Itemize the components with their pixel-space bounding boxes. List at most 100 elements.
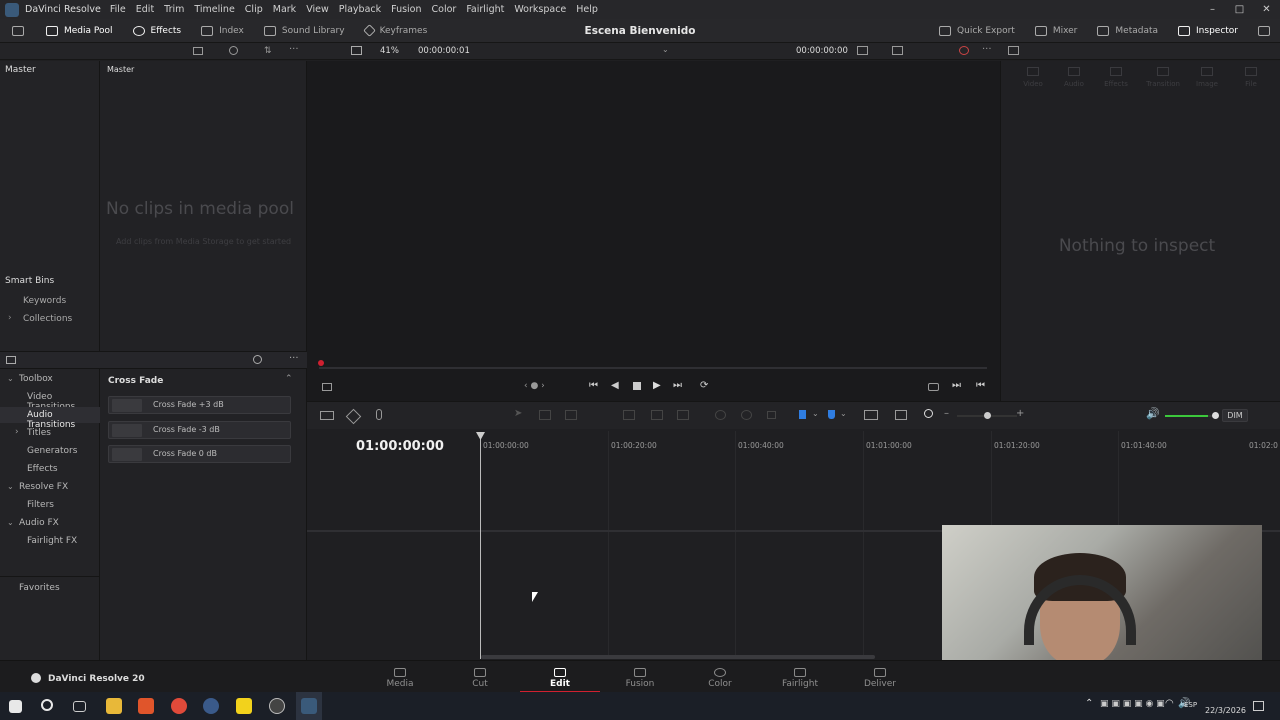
prev-edit-icon[interactable]: ⏮ [976, 380, 985, 391]
chevron-down-icon[interactable]: ⌄ [812, 409, 819, 418]
overwrite-clip-icon[interactable] [651, 410, 663, 420]
tray-icons[interactable]: ▣ ▣ ▣ ▣ ◉ ▣ [1100, 699, 1165, 709]
timeline-options-icon[interactable] [320, 411, 334, 420]
menu-workspace[interactable]: Workspace [509, 4, 571, 15]
page-fusion[interactable]: Fusion [600, 661, 680, 693]
menu-file[interactable]: File [105, 4, 131, 15]
more-options-icon[interactable]: ··· [982, 44, 992, 55]
task-view-icon[interactable] [73, 701, 86, 712]
tree-filters[interactable]: Filters [27, 500, 54, 510]
collapse-icon[interactable] [1248, 19, 1280, 43]
tab-image[interactable]: Image [1189, 67, 1225, 89]
zoom-level[interactable]: 41% [380, 46, 399, 56]
windows-start-icon[interactable] [9, 700, 22, 713]
page-edit[interactable]: Edit [520, 661, 600, 693]
menu-mark[interactable]: Mark [268, 4, 301, 15]
view-options-icon[interactable] [857, 46, 868, 55]
microphone-icon[interactable] [376, 409, 382, 420]
minimize-icon[interactable]: – [1199, 0, 1226, 19]
effect-cross-fade-minus3[interactable]: Cross Fade -3 dB [108, 421, 291, 439]
search-icon[interactable] [41, 699, 53, 711]
zoom-full-icon[interactable] [864, 410, 878, 420]
tab-audio[interactable]: Audio [1056, 67, 1092, 89]
marker-icon[interactable] [828, 410, 835, 419]
tab-effects[interactable]: Effects [1098, 67, 1134, 89]
skip-back-icon[interactable]: ⏮ [589, 380, 598, 391]
zoom-in-icon[interactable]: + [1016, 408, 1024, 419]
tray-chevron-icon[interactable]: ⌃ [1085, 698, 1093, 709]
crop-icon[interactable] [322, 383, 332, 391]
page-cut[interactable]: Cut [440, 661, 520, 693]
media-pool-button[interactable]: Media Pool [36, 19, 123, 43]
source-timecode[interactable]: 00:00:00:01 [418, 46, 470, 56]
menu-fairlight[interactable]: Fairlight [461, 4, 509, 15]
chevron-right-icon[interactable]: › [15, 427, 19, 437]
chevron-right-icon[interactable]: › [8, 313, 12, 323]
search-icon[interactable] [229, 46, 238, 55]
menu-color[interactable]: Color [427, 4, 462, 15]
trim-tool-icon[interactable] [539, 410, 551, 420]
chevron-down-icon[interactable]: ⌄ [662, 45, 669, 54]
chevron-down-icon[interactable]: ⌄ [7, 518, 14, 527]
match-frame-icon[interactable] [928, 383, 939, 391]
menu-timeline[interactable]: Timeline [189, 4, 239, 15]
playhead-options-icon[interactable] [892, 46, 903, 55]
viewer-scrubber[interactable] [319, 367, 987, 369]
chevron-up-icon[interactable]: ⌃ [285, 374, 293, 384]
blade-tool-icon[interactable] [565, 410, 577, 420]
menu-edit[interactable]: Edit [131, 4, 159, 15]
link-icon[interactable] [959, 46, 969, 55]
page-fairlight[interactable]: Fairlight [760, 661, 840, 693]
speaker-icon[interactable]: 🔊 [1146, 407, 1160, 420]
steam-icon[interactable] [203, 698, 219, 714]
page-deliver[interactable]: Deliver [840, 661, 920, 693]
mixer-button[interactable]: Mixer [1025, 19, 1088, 43]
system-date[interactable]: 22/3/2026 [1205, 706, 1246, 715]
chrome-icon[interactable] [171, 698, 187, 714]
more-options-icon[interactable]: ··· [289, 353, 299, 364]
sidebar-toggle-icon[interactable] [6, 356, 16, 364]
dim-button[interactable]: DIM [1222, 409, 1248, 422]
sticky-notes-icon[interactable] [236, 698, 252, 714]
play-icon[interactable]: ▶ [653, 380, 661, 391]
tab-file[interactable]: File [1233, 67, 1269, 89]
lock-icon[interactable] [767, 411, 776, 419]
search-icon[interactable] [253, 355, 262, 364]
smart-bin-keywords[interactable]: Keywords [23, 296, 66, 306]
inspector-button[interactable]: Inspector [1168, 19, 1248, 43]
razor-icon[interactable] [715, 410, 726, 420]
close-icon[interactable]: ✕ [1253, 0, 1280, 19]
tree-favorites[interactable]: Favorites [19, 583, 60, 593]
effects-button[interactable]: Effects [123, 19, 192, 43]
page-color[interactable]: Color [680, 661, 760, 693]
index-button[interactable]: Index [191, 19, 254, 43]
link-clips-icon[interactable] [741, 410, 752, 420]
tree-toolbox[interactable]: Toolbox [19, 374, 53, 384]
tree-audio-fx[interactable]: Audio FX [19, 518, 59, 528]
sound-library-button[interactable]: Sound Library [254, 19, 355, 43]
chevron-down-icon[interactable]: ⌄ [7, 374, 14, 383]
timeline[interactable]: 01:00:00:00 01:00:00:00 01:00:20:00 01:0… [307, 429, 1280, 706]
inspector-layout-icon[interactable] [1008, 46, 1019, 55]
chevron-down-icon[interactable]: ⌄ [7, 482, 14, 491]
tree-generators[interactable]: Generators [27, 446, 77, 456]
replace-clip-icon[interactable] [677, 410, 689, 420]
timeline-timecode[interactable]: 01:00:00:00 [356, 439, 444, 454]
file-explorer-icon[interactable] [106, 698, 122, 714]
stop-icon[interactable] [633, 382, 641, 390]
record-timecode[interactable]: 00:00:00:00 [796, 46, 848, 56]
timeline-ruler[interactable]: 01:00:00:00 01:00:20:00 01:00:40:00 01:0… [480, 429, 1280, 455]
zoom-out-icon[interactable]: – [944, 408, 949, 419]
viewer-layout-icon[interactable] [351, 46, 362, 55]
menu-view[interactable]: View [301, 4, 334, 15]
menu-trim[interactable]: Trim [159, 4, 189, 15]
tree-titles[interactable]: Titles [27, 428, 51, 438]
davinci-resolve-taskbar-icon[interactable] [301, 698, 317, 714]
page-media[interactable]: Media [360, 661, 440, 693]
menu-fusion[interactable]: Fusion [386, 4, 426, 15]
timeline-scrollbar[interactable] [481, 655, 875, 659]
tab-transition[interactable]: Transition [1141, 67, 1185, 89]
tree-audio-transitions[interactable]: Audio Transitions [27, 410, 99, 430]
effect-cross-fade-plus3[interactable]: Cross Fade +3 dB [108, 396, 291, 414]
loop-icon[interactable]: ⟳ [700, 380, 708, 391]
